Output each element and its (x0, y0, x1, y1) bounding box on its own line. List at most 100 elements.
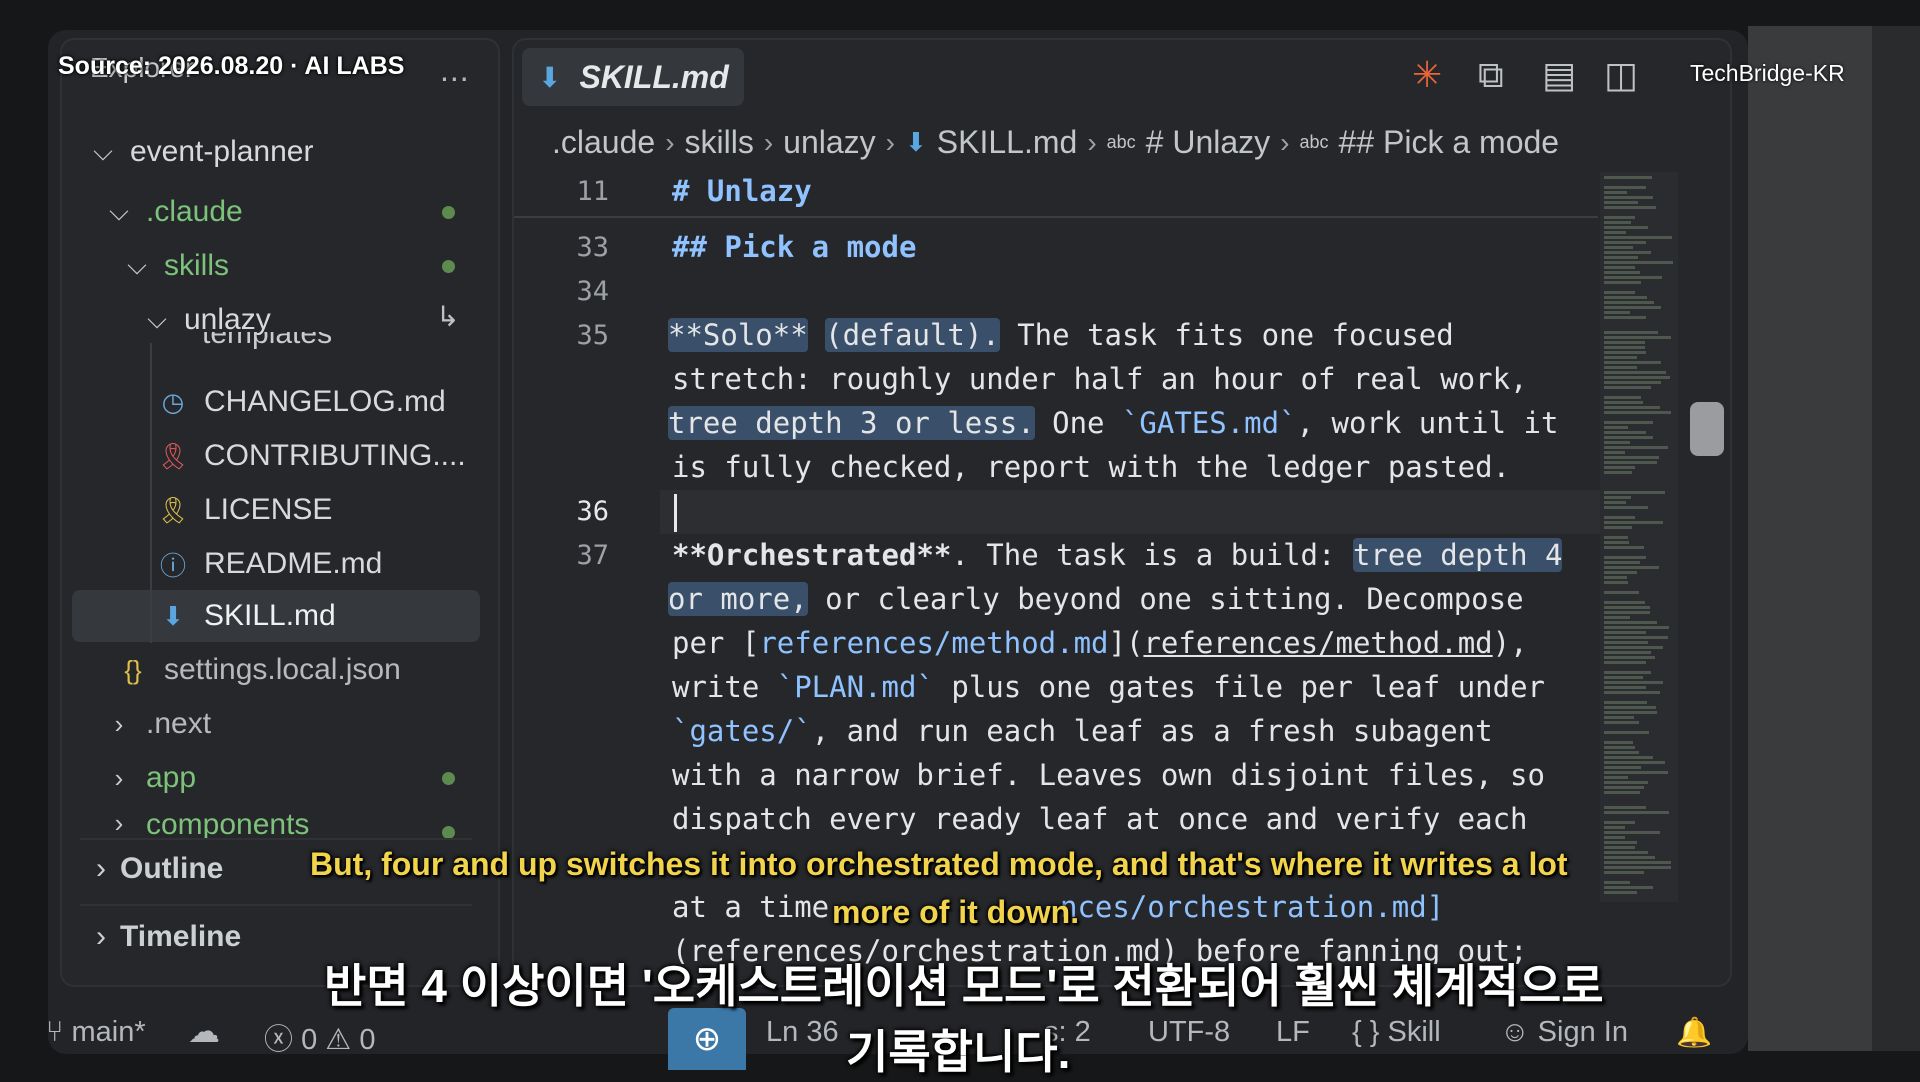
panel-toggle-icon[interactable]: ◫ (1604, 54, 1638, 96)
claude-sparkle-icon[interactable]: ✳ (1412, 54, 1442, 96)
timeline-section[interactable]: › Timeline (96, 920, 241, 954)
brand-watermark: TechBridge-KR (1690, 60, 1845, 86)
cloud-sync-icon[interactable]: ☁ (188, 1012, 220, 1050)
minimap-line (1604, 811, 1669, 814)
markdown-link[interactable]: references/method.md (759, 626, 1108, 660)
cursor-position[interactable]: Ln 36 (766, 1016, 839, 1049)
minimap-line (1604, 471, 1632, 474)
minimap-line (1604, 346, 1645, 349)
eol-status[interactable]: LF (1276, 1016, 1310, 1049)
minimap-line (1604, 461, 1657, 464)
minimap-line (1604, 281, 1641, 284)
minimap-line (1604, 546, 1644, 549)
minimap-line (1604, 541, 1629, 544)
tab-skill-md[interactable]: ⬇ SKILL.md (522, 48, 744, 106)
text-cursor (674, 494, 677, 532)
minimap-line (1604, 616, 1630, 619)
minimap-line (1604, 201, 1638, 204)
breadcrumb-claude[interactable]: .claude (552, 124, 655, 161)
download-arrow-icon: ⬇ (538, 61, 562, 93)
selection-match: **Solo** (668, 318, 808, 352)
encoding-status[interactable]: UTF-8 (1148, 1016, 1230, 1049)
minimap-line (1604, 431, 1646, 434)
minimap-line (1604, 581, 1628, 584)
breadcrumb: .claude › skills › unlazy › ⬇ SKILL.md ›… (552, 124, 1559, 161)
explorer-more-button[interactable]: ... (440, 52, 470, 89)
minimap-line (1604, 206, 1656, 209)
tree-file-license[interactable]: 🎗 LICENSE (156, 486, 332, 534)
minimap-line (1604, 411, 1671, 414)
minimap-line (1604, 296, 1647, 299)
language-status[interactable]: { } Skill (1352, 1016, 1441, 1049)
minimap-line (1604, 251, 1651, 254)
minimap-line (1604, 301, 1654, 304)
split-preview-icon[interactable]: ⧉ (1478, 54, 1504, 97)
minimap-line (1604, 576, 1627, 579)
minimap-line (1604, 756, 1653, 759)
tree-file-settings[interactable]: {} settings.local.json (116, 646, 400, 694)
tree-file-readme[interactable]: ⓘ README.md (156, 540, 382, 588)
tree-folder-components[interactable]: › components (104, 808, 310, 838)
chevron-right-icon: › (665, 126, 675, 158)
code-line: **Orchestrated**. The task is a build: t… (672, 538, 1563, 572)
line-number: 34 (576, 276, 609, 307)
minimap-line (1604, 886, 1653, 889)
tree-file-skill[interactable]: ⬇ SKILL.md (156, 592, 336, 640)
outline-section[interactable]: › Outline (96, 852, 223, 886)
selection-match: or more, (668, 582, 808, 616)
tree-file-changelog[interactable]: ◷ CHANGELOG.md (156, 378, 446, 426)
layout-icon[interactable]: ▤ (1542, 54, 1576, 96)
minimap-line (1604, 676, 1643, 679)
markdown-link-url[interactable]: references/method.md (1143, 626, 1492, 660)
tree-folder-templates[interactable]: templates (162, 332, 332, 358)
line-number: 11 (576, 176, 609, 207)
minimap-line (1604, 566, 1659, 569)
tree-folder-next[interactable]: › .next (104, 700, 211, 748)
download-arrow-icon: ⬇ (905, 127, 927, 157)
minimap-line (1604, 636, 1668, 639)
breadcrumb-heading-unlazy[interactable]: # Unlazy (1146, 124, 1271, 161)
problems-status[interactable]: ⓧ 0 ⚠ 0 (264, 1016, 375, 1058)
sticky-heading: # Unlazy (672, 174, 812, 208)
minimap-line (1604, 336, 1671, 339)
minimap-line (1604, 266, 1635, 269)
branch-status[interactable]: ⑂ main* (46, 1016, 146, 1049)
breadcrumb-file[interactable]: SKILL.md (937, 124, 1078, 161)
minimap[interactable] (1600, 172, 1678, 902)
tree-folder-claude[interactable]: ⌵ .claude (104, 188, 243, 236)
minimap-line (1604, 521, 1663, 524)
bell-icon[interactable]: 🔔 (1676, 1016, 1712, 1050)
minimap-line (1604, 176, 1652, 179)
breadcrumb-skills[interactable]: skills (685, 124, 754, 161)
minimap-line (1604, 451, 1625, 454)
minimap-line (1604, 866, 1671, 869)
tree-file-contributing[interactable]: 🎗 CONTRIBUTING.... (156, 432, 465, 480)
tree-folder-skills[interactable]: ⌵ skills (122, 242, 229, 290)
code-line-heading: ## Pick a mode (672, 230, 917, 264)
minimap-line (1604, 311, 1630, 314)
breadcrumb-unlazy[interactable]: unlazy (783, 124, 876, 161)
string-symbol-icon: abc (1299, 132, 1329, 152)
minimap-line (1604, 706, 1656, 709)
minimap-line (1604, 351, 1646, 354)
license-icon: 🎗 (156, 494, 190, 525)
minimap-line (1604, 306, 1661, 309)
tree-folder-app[interactable]: › app (104, 754, 196, 802)
sign-in-status[interactable]: ☺ Sign In (1500, 1016, 1628, 1049)
minimap-line (1604, 226, 1648, 229)
tree-root-event-planner[interactable]: ⌵ event-planner (88, 128, 313, 176)
minimap-line (1604, 681, 1663, 684)
breadcrumb-heading-pick-mode[interactable]: ## Pick a mode (1339, 124, 1560, 161)
subtitle-english-line2: more of it down. (832, 894, 1080, 930)
minimap-line (1604, 776, 1628, 779)
minimap-line (1604, 356, 1637, 359)
chevron-right-icon: › (114, 762, 124, 793)
minimap-line (1604, 376, 1670, 379)
selection-match: (default). (825, 318, 1000, 352)
minimap-line (1604, 421, 1653, 424)
zoom-icon[interactable]: ⊕ (668, 1008, 746, 1070)
minimap-line (1604, 821, 1635, 824)
minimap-line (1604, 291, 1635, 294)
scrollbar-thumb[interactable] (1690, 402, 1724, 456)
section-divider (80, 838, 472, 840)
